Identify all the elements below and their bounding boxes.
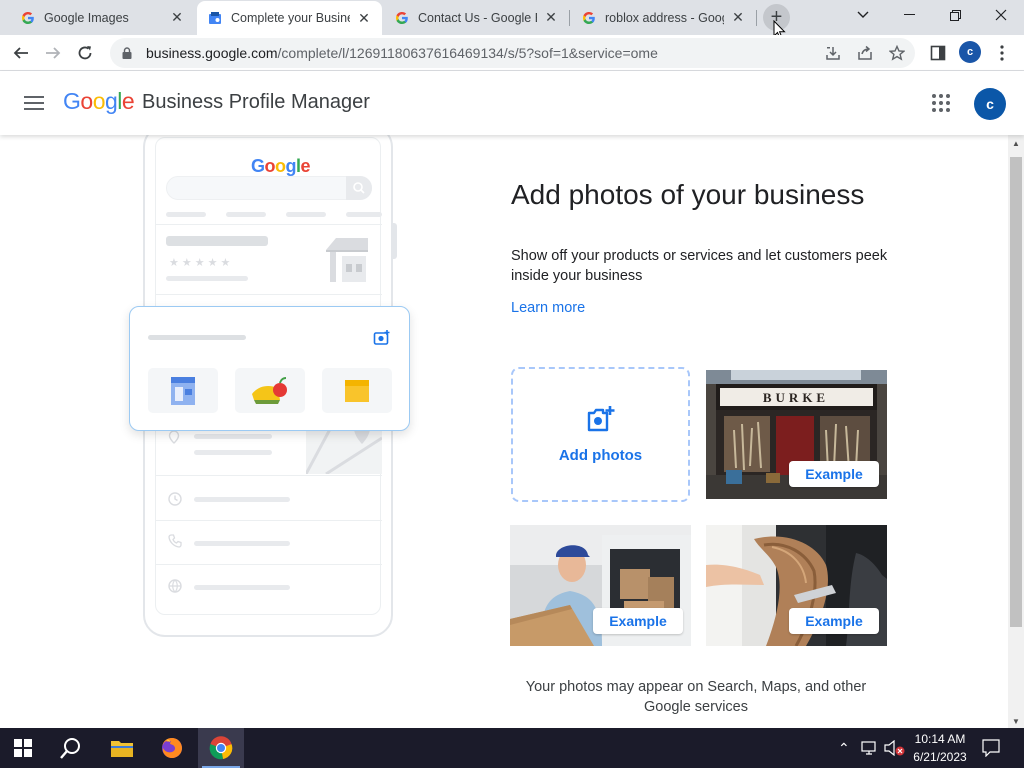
tab-separator [569,10,570,26]
folder-icon [111,741,133,757]
apps-grid-icon[interactable] [930,92,952,114]
tab-roblox-address[interactable]: roblox address - Goog ✕ [571,0,756,35]
url-path: /complete/l/12691180637616469134/s/5?sof… [277,45,658,61]
arrow-left-icon [13,47,28,59]
share-icon[interactable] [856,44,874,62]
more-menu-icon[interactable] [992,43,1012,63]
footer-note: Your photos may appear on Search, Maps, … [525,679,867,715]
page-scrollbar[interactable]: ▲ ▼ [1008,135,1024,728]
example-button[interactable]: Example [789,608,879,634]
main-content: Google ★★★★★ Add photos of your business… [0,135,1008,728]
scroll-down-arrow-icon[interactable]: ▼ [1012,717,1020,726]
windows-logo-icon [14,739,32,757]
lock-icon [122,47,136,59]
url-host: business.google.com [146,45,278,61]
clock-time: 10:14 AM [914,732,966,746]
location-pin-icon [168,430,180,444]
tab-contact-us[interactable]: Contact Us - Google Bu ✕ [384,0,569,35]
business-profile-icon [207,10,223,26]
learn-more-link[interactable]: Learn more [511,300,585,316]
taskbar-file-explorer[interactable] [99,728,145,768]
photo-tile-box [322,368,392,413]
add-photos-button[interactable]: Add photos [511,367,690,502]
chrome-icon [209,736,233,760]
browser-toolbar: business.google.com/complete/l/126911806… [0,35,1024,71]
example-photo-delivery: Example [510,525,691,646]
tab-complete-business[interactable]: Complete your Business ✕ [197,1,382,35]
google-g-icon [581,10,597,26]
close-tab-icon[interactable]: ✕ [543,9,559,26]
scrollbar-thumb[interactable] [1010,157,1022,627]
volume-muted-icon[interactable] [884,740,906,756]
example-button[interactable]: Example [593,608,683,634]
example-button[interactable]: Example [789,461,879,487]
close-tab-icon[interactable]: ✕ [169,9,185,26]
phone-side-button [393,223,397,259]
phone-search-button [346,176,372,200]
photo-tile-shop [148,368,218,413]
scroll-up-arrow-icon[interactable]: ▲ [1012,139,1020,148]
tab-strip: Google Images ✕ Complete your Business ✕… [0,0,1024,40]
page-description: Show off your products or services and l… [511,248,888,284]
app-header: Google Business Profile Manager c [0,71,1024,135]
arrow-right-icon [46,47,61,59]
hamburger-menu-icon[interactable] [24,91,48,115]
google-g-icon [394,10,410,26]
rating-stars: ★★★★★ [169,257,234,269]
address-bar[interactable]: business.google.com/complete/l/126911806… [110,38,915,68]
side-panel-icon[interactable] [928,43,948,63]
add-photo-icon [373,330,390,345]
close-tab-icon[interactable]: ✕ [730,9,746,26]
page-title: Add photos of your business [511,179,865,210]
storefront-sign: BURKE [763,390,829,405]
restore-button[interactable] [932,0,978,30]
show-hidden-icons-chevron-up-icon[interactable]: ⌃ [838,740,850,757]
clock-icon [168,492,182,506]
example-photo-storefront: BURKE Example [706,370,887,499]
forward-button[interactable] [39,39,67,67]
start-button[interactable] [0,728,46,768]
phone-icon [168,534,182,548]
close-tab-icon[interactable]: ✕ [356,10,372,26]
tab-separator [756,10,757,26]
firefox-icon [162,738,182,758]
storefront-icon [326,238,368,282]
add-photo-icon [587,406,614,432]
taskbar-search-button[interactable] [48,728,94,768]
photo-tile-produce [235,368,305,413]
product-name: Business Profile Manager [142,91,370,113]
reload-icon [78,46,92,60]
taskbar-firefox[interactable] [149,728,195,768]
url-text: business.google.com/complete/l/126911806… [146,45,658,61]
phone-google-logo: Google [251,156,311,176]
tab-title: Google Images [44,10,129,25]
account-avatar[interactable]: c [974,88,1006,120]
taskbar-chrome[interactable] [198,728,244,768]
browser-profile-avatar[interactable]: c [959,41,981,63]
tab-title: Contact Us - Google Bu [418,10,537,25]
bookmark-star-icon[interactable] [888,44,906,62]
reload-button[interactable] [71,39,99,67]
phone-search-box [166,176,372,200]
globe-icon [168,579,182,593]
google-g-icon [20,10,36,26]
tab-title: Complete your Business [231,11,350,25]
network-icon[interactable] [861,741,879,755]
back-button[interactable] [7,39,35,67]
search-icon [60,738,80,759]
system-clock[interactable]: 10:14 AM 6/21/2023 [908,730,972,766]
tab-title: roblox address - Goog [605,10,724,25]
example-photo-salon: Example [706,525,887,646]
install-app-icon[interactable] [824,44,842,62]
add-photos-label: Add photos [558,447,643,464]
photos-card-illustration [129,306,410,431]
clock-date: 6/21/2023 [913,750,967,764]
notifications-icon[interactable] [982,739,1000,757]
tab-google-images[interactable]: Google Images ✕ [10,0,195,35]
tab-search-chevron-down-icon[interactable] [840,0,886,30]
google-logo[interactable]: Google [63,88,135,115]
minimize-button[interactable] [886,0,932,30]
windows-taskbar: ⌃ 10:14 AM 6/21/2023 [0,728,1024,768]
close-window-button[interactable] [978,0,1024,30]
